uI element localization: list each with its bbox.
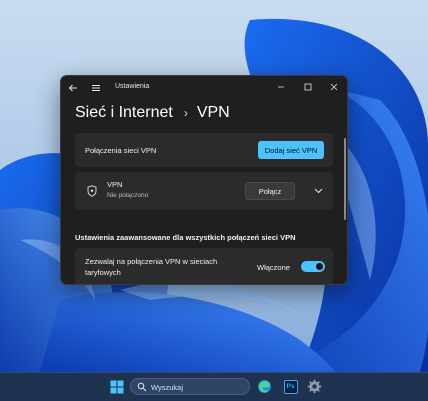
minimize-button[interactable] (271, 79, 291, 95)
metered-label-line1: Zezwalaj na połączenia VPN w sieciach (85, 257, 218, 266)
settings-taskbar-button[interactable] (305, 377, 324, 396)
chevron-down-icon[interactable] (314, 187, 323, 194)
settings-window: Ustawienia Sieć i Internet › VPN Połącze… (60, 75, 348, 285)
vpn-status: Nie połączono (107, 192, 149, 199)
advanced-settings-title: Ustawienia zaawansowane dla wszystkich p… (75, 233, 296, 242)
edge-icon (258, 380, 271, 393)
metered-networks-card: Zezwalaj na połączenia VPN w sieciach ta… (75, 248, 333, 284)
breadcrumb: Sieć i Internet › VPN (75, 102, 230, 124)
vpn-name: VPN (107, 180, 123, 189)
search-icon (137, 382, 147, 392)
connect-button[interactable]: Połącz (245, 182, 295, 200)
metered-state-label: Włączone (257, 263, 290, 272)
gear-icon (307, 379, 322, 394)
scrollbar[interactable] (344, 138, 346, 220)
close-button[interactable] (324, 79, 344, 95)
windows-start-icon (110, 380, 123, 393)
toggle-knob (316, 263, 323, 270)
shield-icon (87, 185, 97, 197)
hamburger-menu-icon (92, 85, 100, 91)
menu-button[interactable] (88, 80, 104, 96)
close-icon (330, 83, 338, 91)
app-title: Ustawienia (115, 83, 150, 90)
search-placeholder: Wyszukaj (151, 383, 184, 392)
minimize-icon (278, 86, 284, 88)
taskbar-search[interactable]: Wyszukaj (130, 378, 250, 395)
maximize-icon (304, 83, 312, 91)
edge-taskbar-button[interactable] (255, 377, 274, 396)
photoshop-icon: Ps (283, 379, 298, 394)
vpn-connections-card: Połączenia sieci VPN Dodaj sieć VPN (75, 133, 333, 167)
vpn-connections-label: Połączenia sieci VPN (85, 146, 157, 155)
maximize-button[interactable] (298, 79, 318, 95)
photoshop-taskbar-button[interactable]: Ps (281, 377, 300, 396)
page-title: VPN (196, 104, 230, 121)
back-button[interactable] (65, 80, 81, 96)
start-button[interactable] (107, 377, 126, 396)
back-arrow-icon (68, 84, 77, 92)
taskbar: Wyszukaj Ps (0, 372, 428, 401)
title-bar: Ustawienia (61, 76, 347, 100)
photoshop-label: Ps (286, 383, 295, 390)
breadcrumb-separator: › (183, 106, 188, 120)
add-vpn-button[interactable]: Dodaj sieć VPN (258, 141, 324, 159)
metered-toggle[interactable] (301, 261, 325, 272)
vpn-entry-card[interactable]: VPN Nie połączono Połącz (75, 172, 333, 210)
breadcrumb-parent[interactable]: Sieć i Internet (75, 104, 173, 122)
metered-label-line2: taryfowych (85, 268, 121, 277)
